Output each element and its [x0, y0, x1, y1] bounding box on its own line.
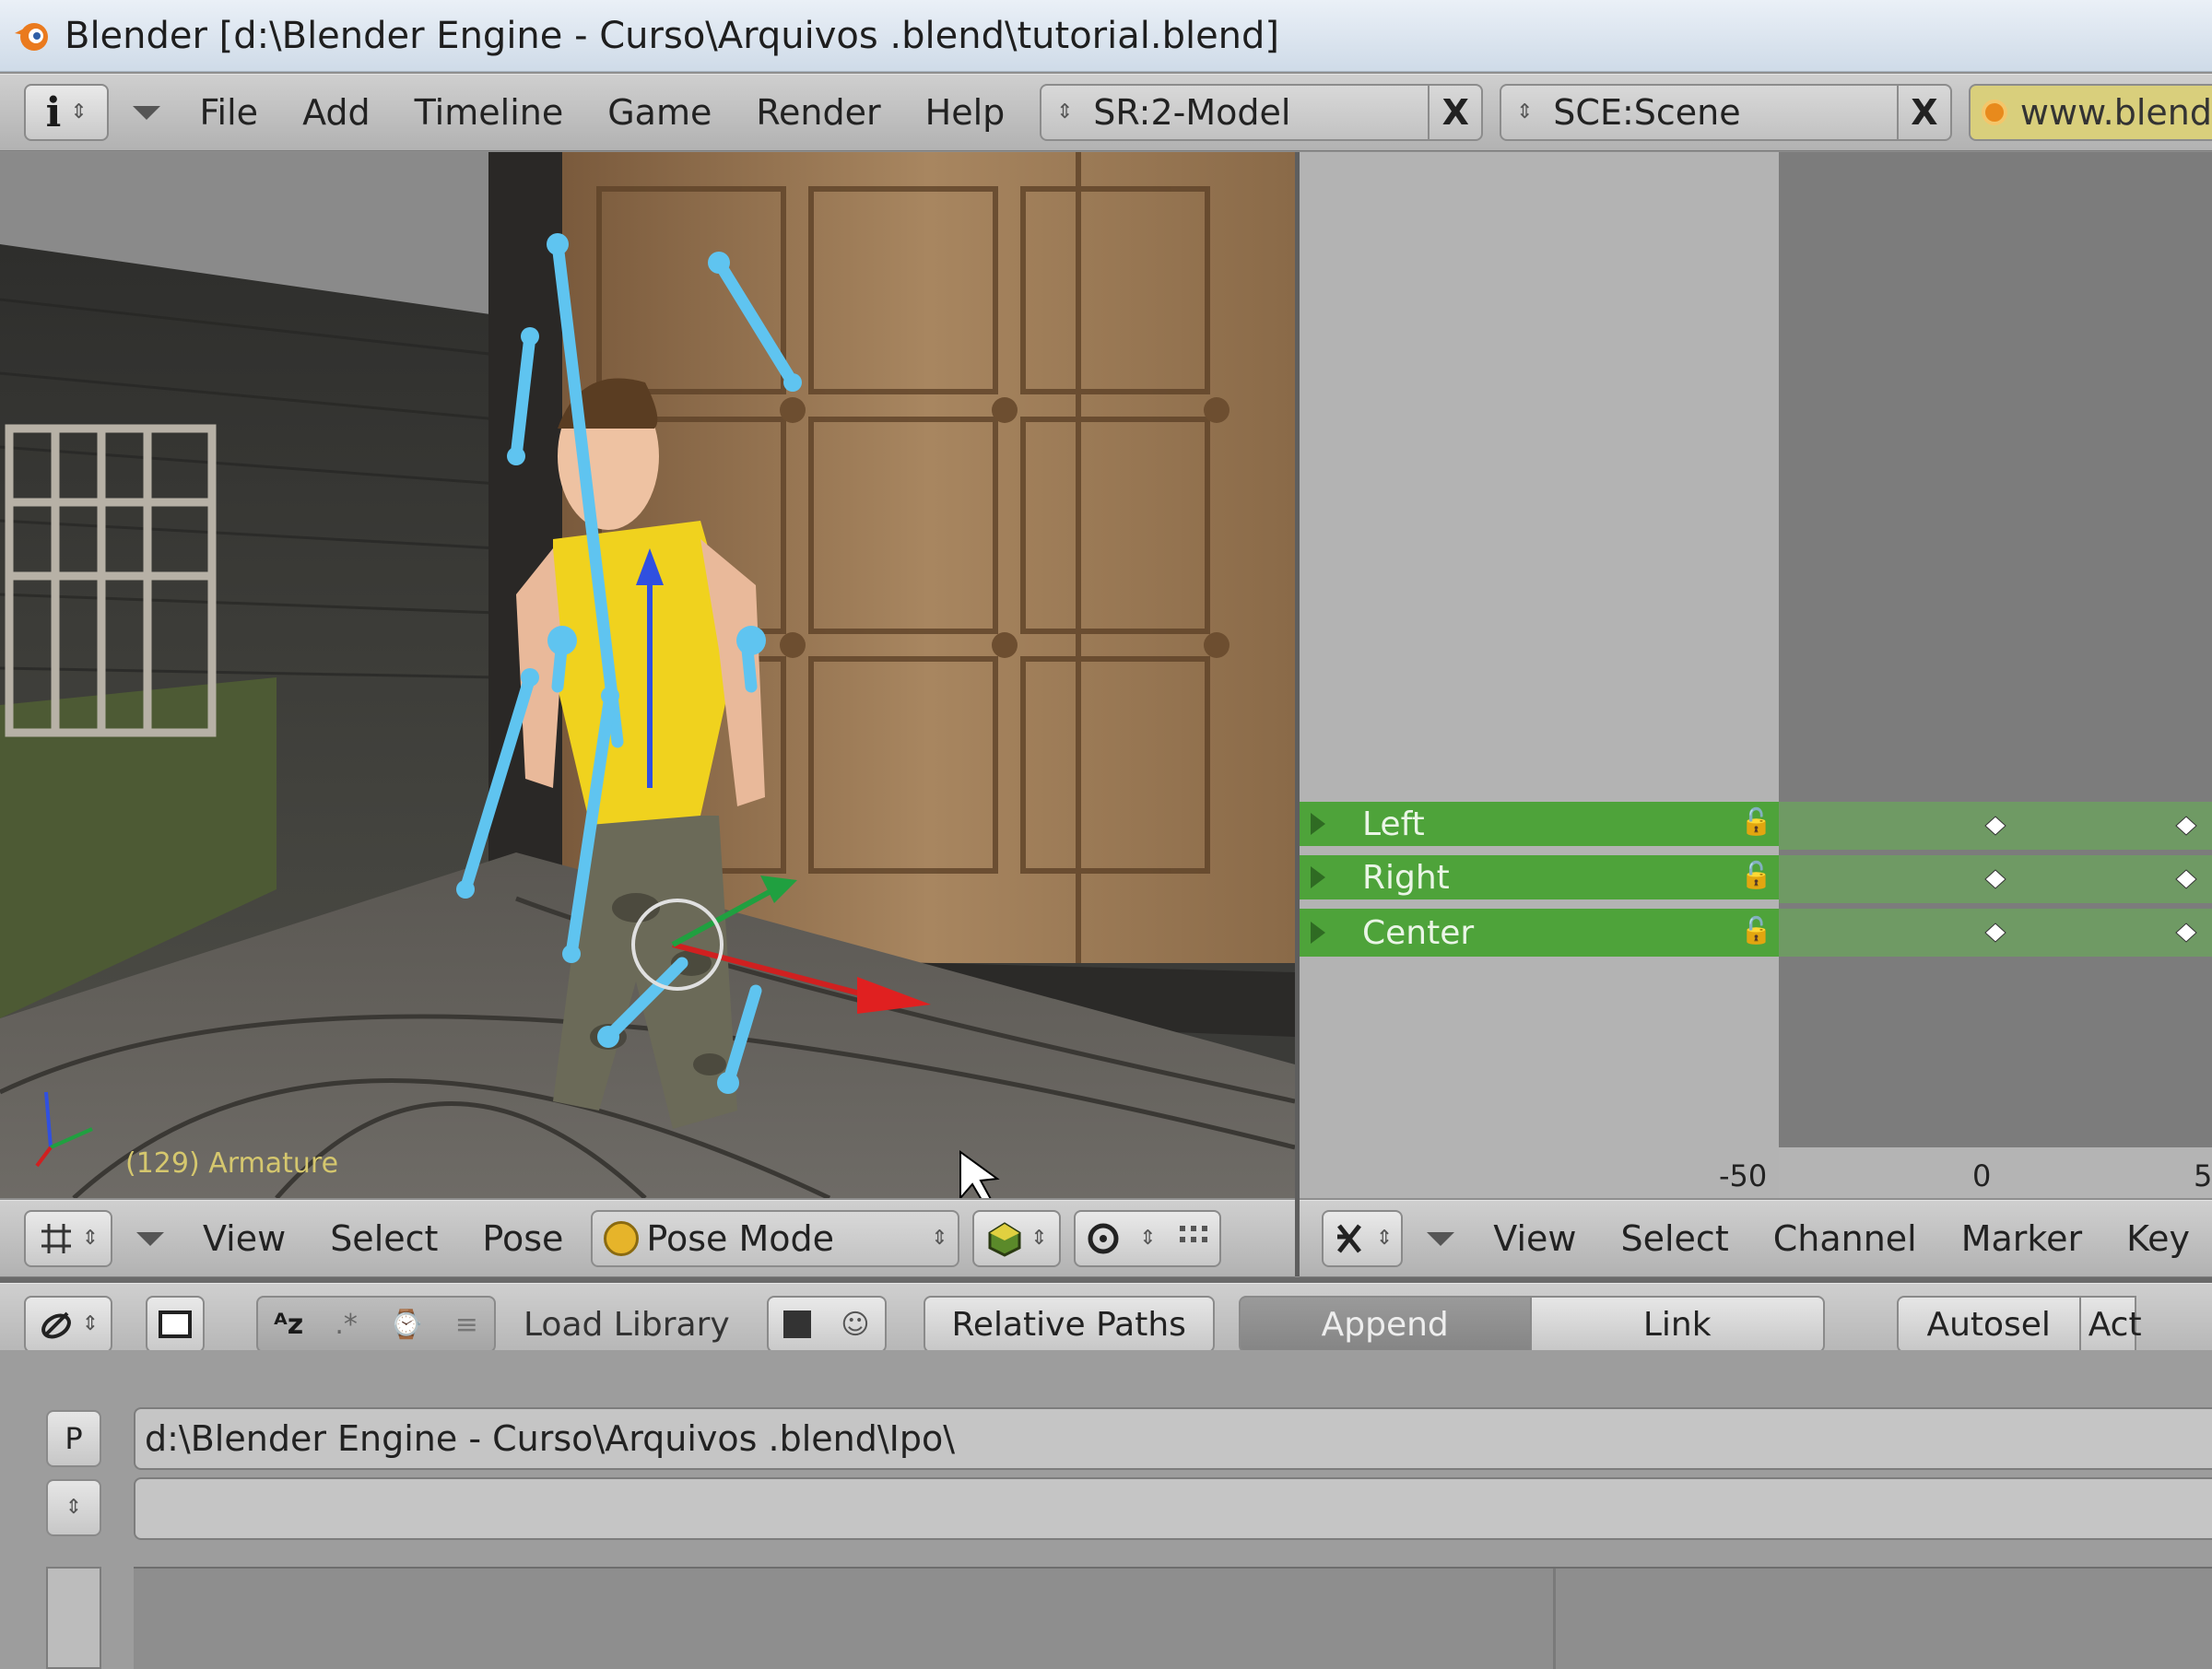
keyframe-region[interactable] — [1779, 152, 2212, 1147]
mode-selector-label[interactable]: Pose Mode — [646, 1218, 921, 1259]
sort-time-icon[interactable]: ⌚ — [389, 1309, 423, 1341]
grid-icon — [41, 1224, 71, 1253]
blender-logo-small-icon — [1981, 100, 2007, 125]
pose-mode-icon — [604, 1221, 640, 1256]
window-title: Blender [d:\Blender Engine - Curso\Arqui… — [65, 14, 1280, 57]
file-list-column-divider — [1553, 1569, 1556, 1669]
keyframe-diamond — [2175, 923, 2197, 943]
ruler-tick: 5 — [2194, 1158, 2212, 1193]
directory-path-text[interactable]: d:\Blender Engine - Curso\Arquivos .blen… — [145, 1418, 955, 1459]
autosel-toggle[interactable]: Autosel — [1896, 1296, 2081, 1353]
file-list[interactable] — [134, 1567, 2212, 1669]
3d-viewport[interactable]: (129) Armature — [0, 152, 1295, 1198]
pivot-and-snap-buttons[interactable]: ⇕ — [1074, 1210, 1222, 1267]
info-window-type-button[interactable]: i ⇕ — [24, 84, 110, 141]
3d-view-window-type-button[interactable]: ⇕ — [24, 1210, 112, 1267]
collapse-menus-icon[interactable] — [133, 105, 161, 120]
active-layer-toggle[interactable]: Act — [2080, 1296, 2142, 1353]
menu-timeline[interactable]: Timeline — [393, 92, 586, 133]
pivot-icon[interactable] — [1085, 1220, 1122, 1257]
action-editor-header: ⇕ View Select Channel Marker Key — [1300, 1200, 2212, 1277]
directory-path-field[interactable]: d:\Blender Engine - Curso\Arquivos .blen… — [134, 1407, 2212, 1470]
window-titlebar: Blender [d:\Blender Engine - Curso\Arqui… — [0, 0, 2212, 72]
website-link[interactable]: www.blend — [1968, 84, 2212, 141]
menu-select[interactable]: Select — [1598, 1218, 1750, 1259]
screen-browse-icon[interactable]: ⇕ — [1041, 102, 1088, 123]
keyframe-diamond — [2175, 816, 2197, 836]
menu-render[interactable]: Render — [734, 92, 902, 133]
menu-channel[interactable]: Channel — [1751, 1218, 1939, 1259]
action-editor[interactable]: Left 🔓 Right 🔓 Center 🔓 -50 0 5 — [1300, 152, 2212, 1198]
time-ruler[interactable] — [1779, 1147, 2212, 1198]
viewport-object-label: (129) Armature — [125, 1147, 339, 1180]
main-menu-bar: File Add Timeline Game Render Help — [177, 92, 1027, 133]
menu-key[interactable]: Key — [2104, 1218, 2212, 1259]
solid-shading-icon — [988, 1222, 1021, 1257]
scene-name-field[interactable]: SCE:Scene — [1547, 92, 1897, 133]
relative-paths-toggle[interactable]: Relative Paths — [923, 1296, 1215, 1353]
screen-selector[interactable]: ⇕ SR:2-Model X — [1040, 84, 1484, 141]
filter-files-icon[interactable] — [782, 1311, 811, 1338]
sort-buttons[interactable]: ᴬz .* ⌚ ≡ — [256, 1296, 496, 1353]
snap-grid-icon[interactable] — [1174, 1220, 1211, 1257]
scene-delete-button[interactable]: X — [1896, 86, 1950, 139]
website-link-text[interactable]: www.blend — [2020, 92, 2212, 133]
sort-extension-icon[interactable]: .* — [335, 1309, 358, 1341]
file-browser-window-type-button[interactable]: ⇕ — [24, 1296, 112, 1353]
file-browser: P d:\Blender Engine - Curso\Arquivos .bl… — [0, 1350, 2212, 1669]
action-editor-window-type-button[interactable]: ⇕ — [1322, 1210, 1404, 1267]
collapse-menus-icon[interactable] — [136, 1231, 164, 1246]
directory-browse-button[interactable]: ⇕ — [46, 1479, 101, 1536]
keyframe-diamonds — [1984, 816, 2197, 943]
menu-help[interactable]: Help — [903, 92, 1028, 133]
info-icon: i — [45, 88, 62, 136]
viewport-scene — [0, 152, 1295, 1198]
hide-dot-files-icon[interactable]: ☺ — [841, 1309, 869, 1341]
sort-alpha-icon[interactable]: ᴬz — [274, 1309, 303, 1341]
menu-select[interactable]: Select — [308, 1218, 460, 1259]
menu-game[interactable]: Game — [585, 92, 734, 133]
load-library-label: Load Library — [524, 1305, 730, 1344]
ruler-tick: 0 — [1972, 1158, 1992, 1193]
filter-buttons[interactable]: ☺ — [766, 1296, 887, 1353]
menu-view[interactable]: View — [1471, 1218, 1598, 1259]
window-icon — [159, 1311, 192, 1338]
screen-delete-button[interactable]: X — [1428, 86, 1481, 139]
link-button[interactable]: Link — [1531, 1296, 1825, 1353]
append-button[interactable]: Append — [1238, 1296, 1532, 1353]
ruler-tick: -50 — [1719, 1158, 1768, 1193]
menu-file[interactable]: File — [177, 92, 280, 133]
menu-view[interactable]: View — [181, 1218, 308, 1259]
channel-list: Left 🔓 Right 🔓 Center 🔓 — [1300, 802, 2212, 968]
filename-field[interactable] — [134, 1477, 2212, 1540]
collapse-menus-icon[interactable] — [1427, 1231, 1455, 1246]
file-list-scrollbar[interactable] — [46, 1567, 101, 1669]
screen-name-field[interactable]: SR:2-Model — [1088, 92, 1428, 133]
scene-selector[interactable]: ⇕ SCE:Scene X — [1500, 84, 1952, 141]
viewport-header: ⇕ View Select Pose Pose Mode ⇕ ⇕ ⇕ — [0, 1200, 1295, 1277]
draw-type-selector[interactable]: ⇕ — [972, 1210, 1062, 1267]
sort-size-icon[interactable]: ≡ — [455, 1309, 478, 1341]
menu-add[interactable]: Add — [280, 92, 393, 133]
file-browser-icon — [41, 1311, 71, 1339]
keyframe-diamond — [2175, 869, 2197, 889]
menu-pose[interactable]: Pose — [460, 1218, 585, 1259]
parent-directory-button[interactable]: P — [46, 1410, 101, 1467]
action-editor-icon — [1336, 1224, 1361, 1253]
fullscreen-toggle-button[interactable] — [146, 1296, 205, 1353]
keyframe-diamond — [1984, 816, 2006, 836]
blender-logo-icon — [11, 15, 53, 57]
main-header: i ⇕ File Add Timeline Game Render Help ⇕… — [0, 74, 2212, 151]
scene-browse-icon[interactable]: ⇕ — [1501, 102, 1547, 123]
keyframe-diamond — [1984, 869, 2006, 889]
menu-marker[interactable]: Marker — [1939, 1218, 2104, 1259]
channel-list-region — [1300, 152, 1779, 1198]
mode-selector[interactable]: Pose Mode ⇕ — [591, 1210, 960, 1267]
keyframe-diamond — [1984, 923, 2006, 943]
area-splitter[interactable] — [1295, 152, 1300, 1276]
